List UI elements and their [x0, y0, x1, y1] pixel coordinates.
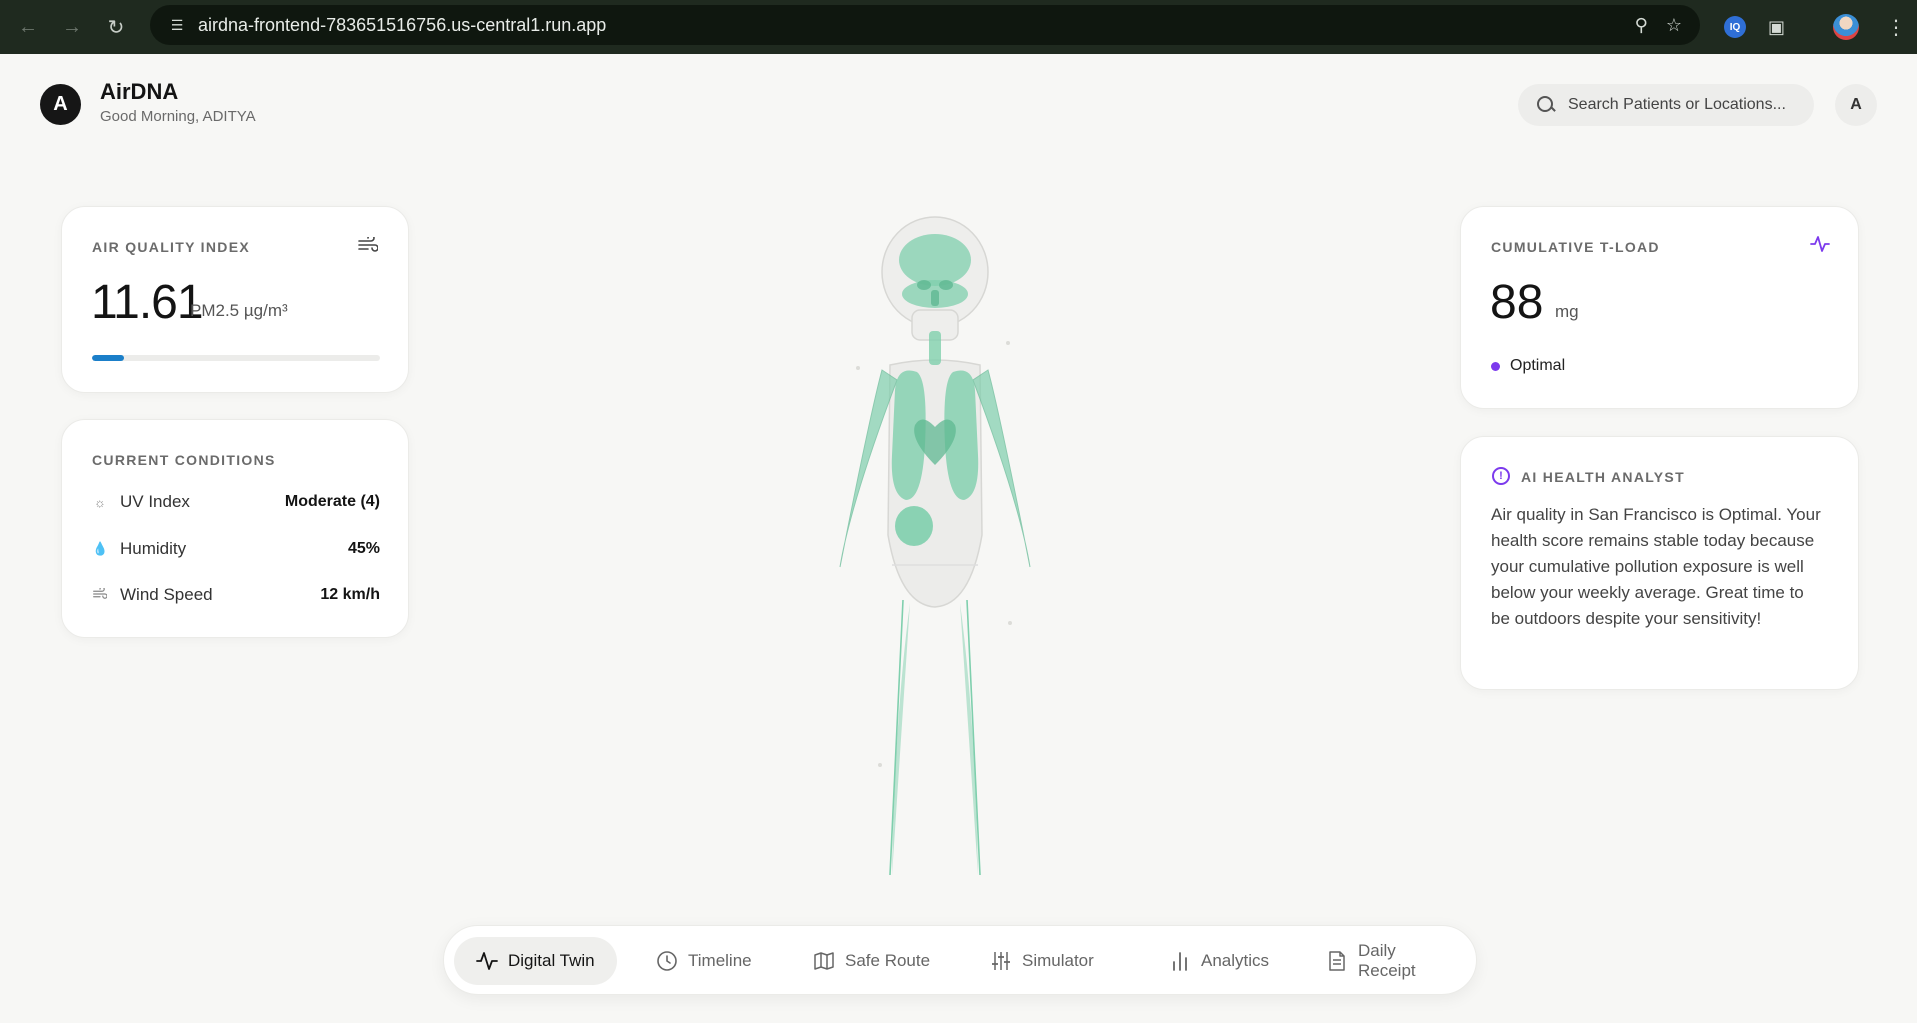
particle — [878, 763, 882, 767]
tab-label: Daily Receipt — [1358, 941, 1416, 980]
conditions-label: CURRENT CONDITIONS — [92, 452, 276, 468]
right-eye — [939, 280, 953, 290]
tab-label: Simulator — [1022, 951, 1094, 970]
search-icon — [1536, 95, 1556, 115]
trachea — [929, 331, 941, 365]
tab-label: Safe Route — [845, 951, 931, 970]
app-logo: A — [40, 84, 81, 125]
browser-toolbar: ← → ↻ ☰ airdna-frontend-783651516756.us-… — [0, 0, 1917, 54]
nose — [931, 290, 939, 306]
particle — [1006, 341, 1010, 345]
cumulative-tload-card: CUMULATIVE T-LOAD 88 mg Optimal — [1460, 206, 1859, 409]
tload-unit: mg — [1555, 302, 1579, 321]
search-bar[interactable] — [1518, 84, 1814, 126]
particle — [1008, 621, 1012, 625]
aqi-value: 11.61 — [91, 276, 204, 329]
activity-icon — [1810, 234, 1830, 260]
condition-label: UV Index — [120, 492, 190, 511]
receipt-icon — [1326, 950, 1348, 972]
address-bar[interactable]: ☰ airdna-frontend-783651516756.us-centra… — [150, 5, 1700, 45]
sliders-icon — [990, 950, 1012, 972]
droplet-icon: 💧 — [92, 541, 109, 556]
aqi-progress-fill — [92, 355, 124, 361]
brain — [899, 234, 971, 286]
current-conditions-card: CURRENT CONDITIONS ☼ UV Index Moderate (… — [61, 419, 409, 638]
tload-value: 88 — [1490, 276, 1544, 329]
digital-twin-body[interactable] — [800, 215, 1070, 880]
condition-value: 12 km/h — [320, 586, 380, 603]
map-icon — [813, 950, 835, 972]
profile-avatar-icon[interactable] — [1833, 0, 1859, 54]
wind-icon — [358, 234, 379, 258]
aqi-progress-bar — [92, 355, 380, 361]
user-avatar-button[interactable]: A — [1835, 84, 1877, 126]
aqi-unit: PM2.5 µg/m³ — [190, 301, 288, 320]
condition-label: Humidity — [120, 539, 187, 558]
extension-icon[interactable]: IQ — [1724, 0, 1746, 54]
search-input[interactable] — [1568, 96, 1808, 114]
tab-analytics[interactable]: Analytics — [1147, 937, 1291, 985]
wind-icon — [92, 585, 108, 603]
location-pin-icon[interactable]: ⚲ — [1635, 15, 1648, 36]
ai-health-analyst-card: ! AI HEALTH ANALYST Air quality in San F… — [1460, 436, 1859, 690]
tab-daily-receipt[interactable]: Daily Receipt — [1304, 937, 1476, 985]
stomach — [895, 506, 933, 546]
tab-simulator[interactable]: Simulator — [968, 937, 1116, 985]
ai-analysis-text: Air quality in San Francisco is Optimal.… — [1491, 505, 1821, 628]
tab-digital-twin[interactable]: Digital Twin — [454, 937, 617, 985]
url-text[interactable]: airdna-frontend-783651516756.us-central1… — [198, 15, 606, 36]
condition-row-humidity: 💧 Humidity 45% — [92, 537, 380, 561]
bookmark-star-icon[interactable]: ☆ — [1666, 15, 1682, 36]
tab-label: Timeline — [688, 951, 752, 970]
aqi-label: AIR QUALITY INDEX — [92, 239, 250, 255]
tab-safe-route[interactable]: Safe Route — [791, 937, 952, 985]
app-title: AirDNA — [100, 79, 179, 104]
ai-label: AI HEALTH ANALYST — [1521, 469, 1685, 485]
sun-icon: ☼ — [94, 494, 106, 510]
particle — [856, 366, 860, 370]
leg-fill — [892, 603, 978, 875]
status-badge: Optimal — [1491, 357, 1565, 375]
condition-row-uv: ☼ UV Index Moderate (4) — [92, 490, 380, 514]
legs — [889, 599, 981, 876]
site-settings-icon[interactable]: ☰ — [164, 12, 190, 38]
condition-label: Wind Speed — [120, 585, 213, 604]
bar-chart-icon — [1169, 950, 1191, 972]
greeting-text: Good Morning, ADITYA — [100, 108, 256, 125]
status-text: Optimal — [1510, 357, 1566, 374]
condition-value: 45% — [347, 540, 380, 557]
left-eye — [917, 280, 931, 290]
browser-menu-icon[interactable]: ⋮ — [1886, 0, 1906, 54]
tab-label: Analytics — [1201, 951, 1270, 970]
extensions-puzzle-icon[interactable]: ▣ — [1768, 0, 1785, 54]
condition-row-wind: Wind Speed 12 km/h — [92, 583, 380, 607]
back-icon[interactable]: ← — [6, 0, 50, 54]
status-dot — [1491, 361, 1500, 371]
tload-label: CUMULATIVE T-LOAD — [1491, 239, 1660, 255]
pulse-icon — [476, 950, 498, 972]
clock-icon — [656, 950, 678, 972]
condition-value: Moderate (4) — [284, 493, 380, 510]
tab-label: Digital Twin — [508, 951, 595, 970]
forward-icon[interactable]: → — [50, 0, 94, 54]
tab-timeline[interactable]: Timeline — [634, 937, 774, 985]
alert-circle-icon: ! — [1492, 467, 1510, 485]
reload-icon[interactable]: ↻ — [94, 0, 138, 54]
bottom-navigation: Digital Twin Timeline Safe Route Simulat… — [443, 925, 1477, 995]
air-quality-card: AIR QUALITY INDEX 11.61 PM2.5 µg/m³ — [61, 206, 409, 393]
